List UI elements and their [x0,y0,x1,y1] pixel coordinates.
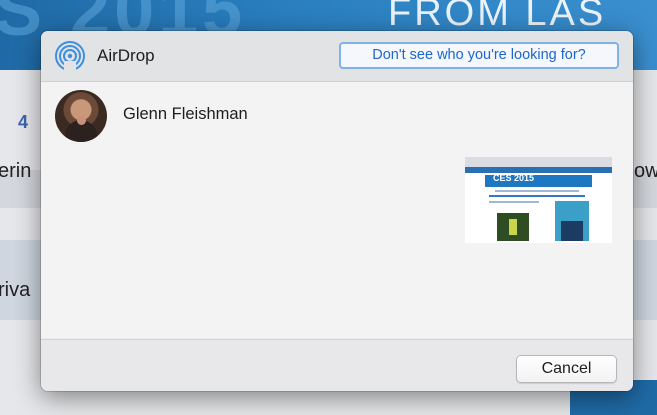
thumbnail-caption: CES 2015 [493,173,535,183]
avatar [55,90,107,142]
webpage-thumbnail: CES 2015 [465,157,612,243]
background-text-fragment: erin [0,160,32,182]
airdrop-recipient[interactable]: Glenn Fleishman [55,90,315,142]
background-number: 4 [18,112,29,132]
dont-see-who-button[interactable]: Don't see who you're looking for? [339,42,619,69]
recipient-name: Glenn Fleishman [123,105,248,123]
airdrop-content: Glenn Fleishman CES 2015 [41,82,633,338]
cancel-button[interactable]: Cancel [516,355,617,383]
dialog-title: AirDrop [97,46,155,65]
background-text-fragment: ow. [634,160,657,182]
airdrop-dialog: AirDrop Don't see who you're looking for… [41,31,633,391]
background-text-fragment: riva [0,279,31,301]
dialog-header: AirDrop Don't see who you're looking for… [41,31,633,82]
dialog-footer: Cancel [41,339,633,391]
airdrop-icon [55,41,85,71]
